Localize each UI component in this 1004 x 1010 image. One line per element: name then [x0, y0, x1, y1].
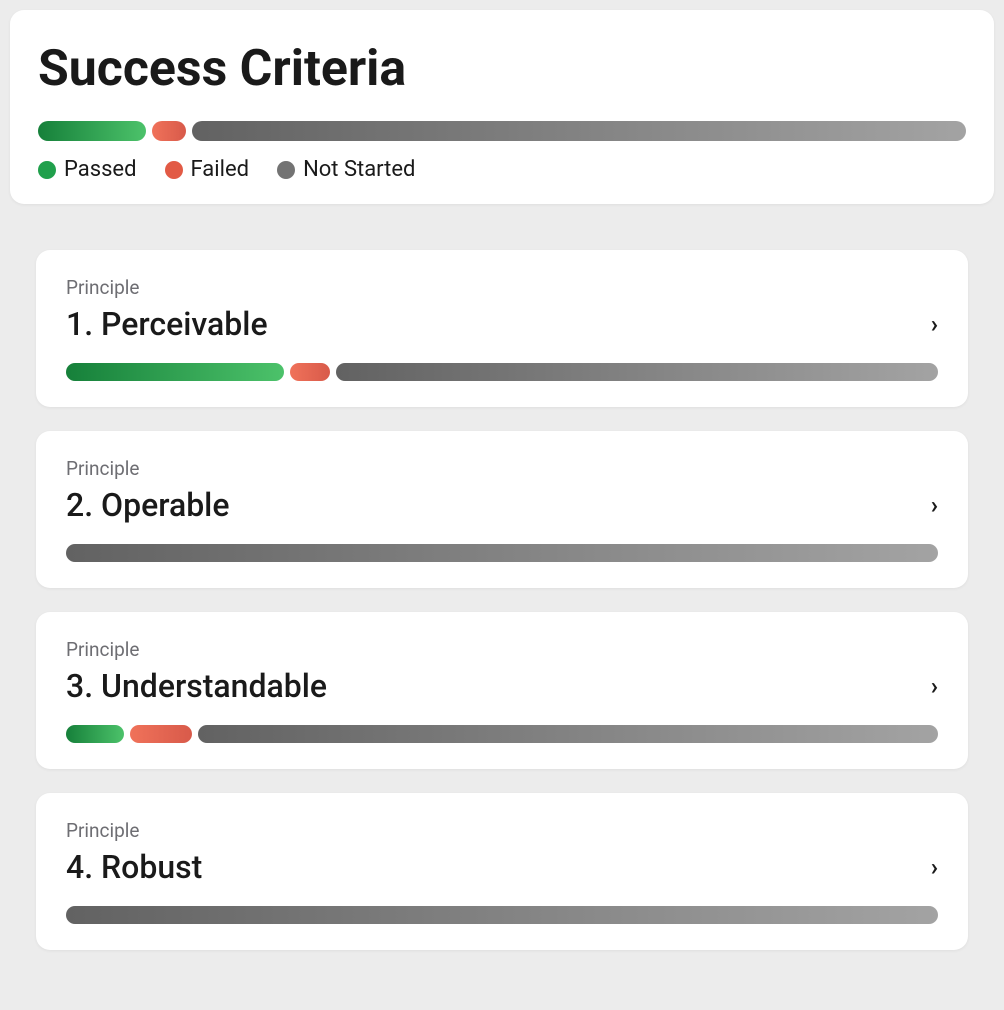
principle-label: Principle [66, 276, 938, 299]
principle-label: Principle [66, 819, 938, 842]
chevron-right-icon: › [931, 674, 938, 698]
principle-title: 3. Understandable [66, 667, 327, 705]
overall-failed-segment [152, 121, 186, 141]
principle-header-row: 1. Perceivable › [66, 305, 938, 343]
principle-header-row: 2. Operable › [66, 486, 938, 524]
overall-passed-segment [38, 121, 146, 141]
overall-notstarted-segment [192, 121, 966, 141]
dot-failed-icon [165, 161, 183, 179]
notstarted-segment [66, 906, 938, 924]
chevron-right-icon: › [931, 855, 938, 879]
principle-progress-bar [66, 363, 938, 381]
failed-segment [130, 725, 192, 743]
legend-notstarted: Not Started [277, 157, 415, 182]
principle-title: 1. Perceivable [66, 305, 268, 343]
principle-progress-bar [66, 725, 938, 743]
principle-header-row: 3. Understandable › [66, 667, 938, 705]
principle-label: Principle [66, 457, 938, 480]
principle-header-row: 4. Robust › [66, 848, 938, 886]
principle-progress-bar [66, 544, 938, 562]
passed-segment [66, 725, 124, 743]
principles-section: Principle 1. Perceivable › Principle 2. Oper… [10, 228, 994, 996]
page-title: Success Criteria [38, 42, 966, 97]
notstarted-segment [198, 725, 938, 743]
principle-card-4[interactable]: Principle 4. Robust › [36, 793, 968, 950]
passed-segment [66, 363, 284, 381]
principle-title: 2. Operable [66, 486, 229, 524]
dot-notstarted-icon [277, 161, 295, 179]
legend-failed-label: Failed [191, 157, 250, 182]
principle-card-1[interactable]: Principle 1. Perceivable › [36, 250, 968, 407]
chevron-right-icon: › [931, 312, 938, 336]
principle-progress-bar [66, 906, 938, 924]
principle-card-2[interactable]: Principle 2. Operable › [36, 431, 968, 588]
legend: Passed Failed Not Started [38, 157, 966, 182]
chevron-right-icon: › [931, 493, 938, 517]
principle-title: 4. Robust [66, 848, 202, 886]
principle-label: Principle [66, 638, 938, 661]
legend-failed: Failed [165, 157, 250, 182]
notstarted-segment [66, 544, 938, 562]
legend-notstarted-label: Not Started [303, 157, 415, 182]
principle-card-3[interactable]: Principle 3. Understandable › [36, 612, 968, 769]
dot-passed-icon [38, 161, 56, 179]
legend-passed-label: Passed [64, 157, 137, 182]
legend-passed: Passed [38, 157, 137, 182]
overall-progress-bar [38, 121, 966, 141]
notstarted-segment [336, 363, 938, 381]
summary-card: Success Criteria Passed Failed Not Start… [10, 10, 994, 204]
failed-segment [290, 363, 330, 381]
